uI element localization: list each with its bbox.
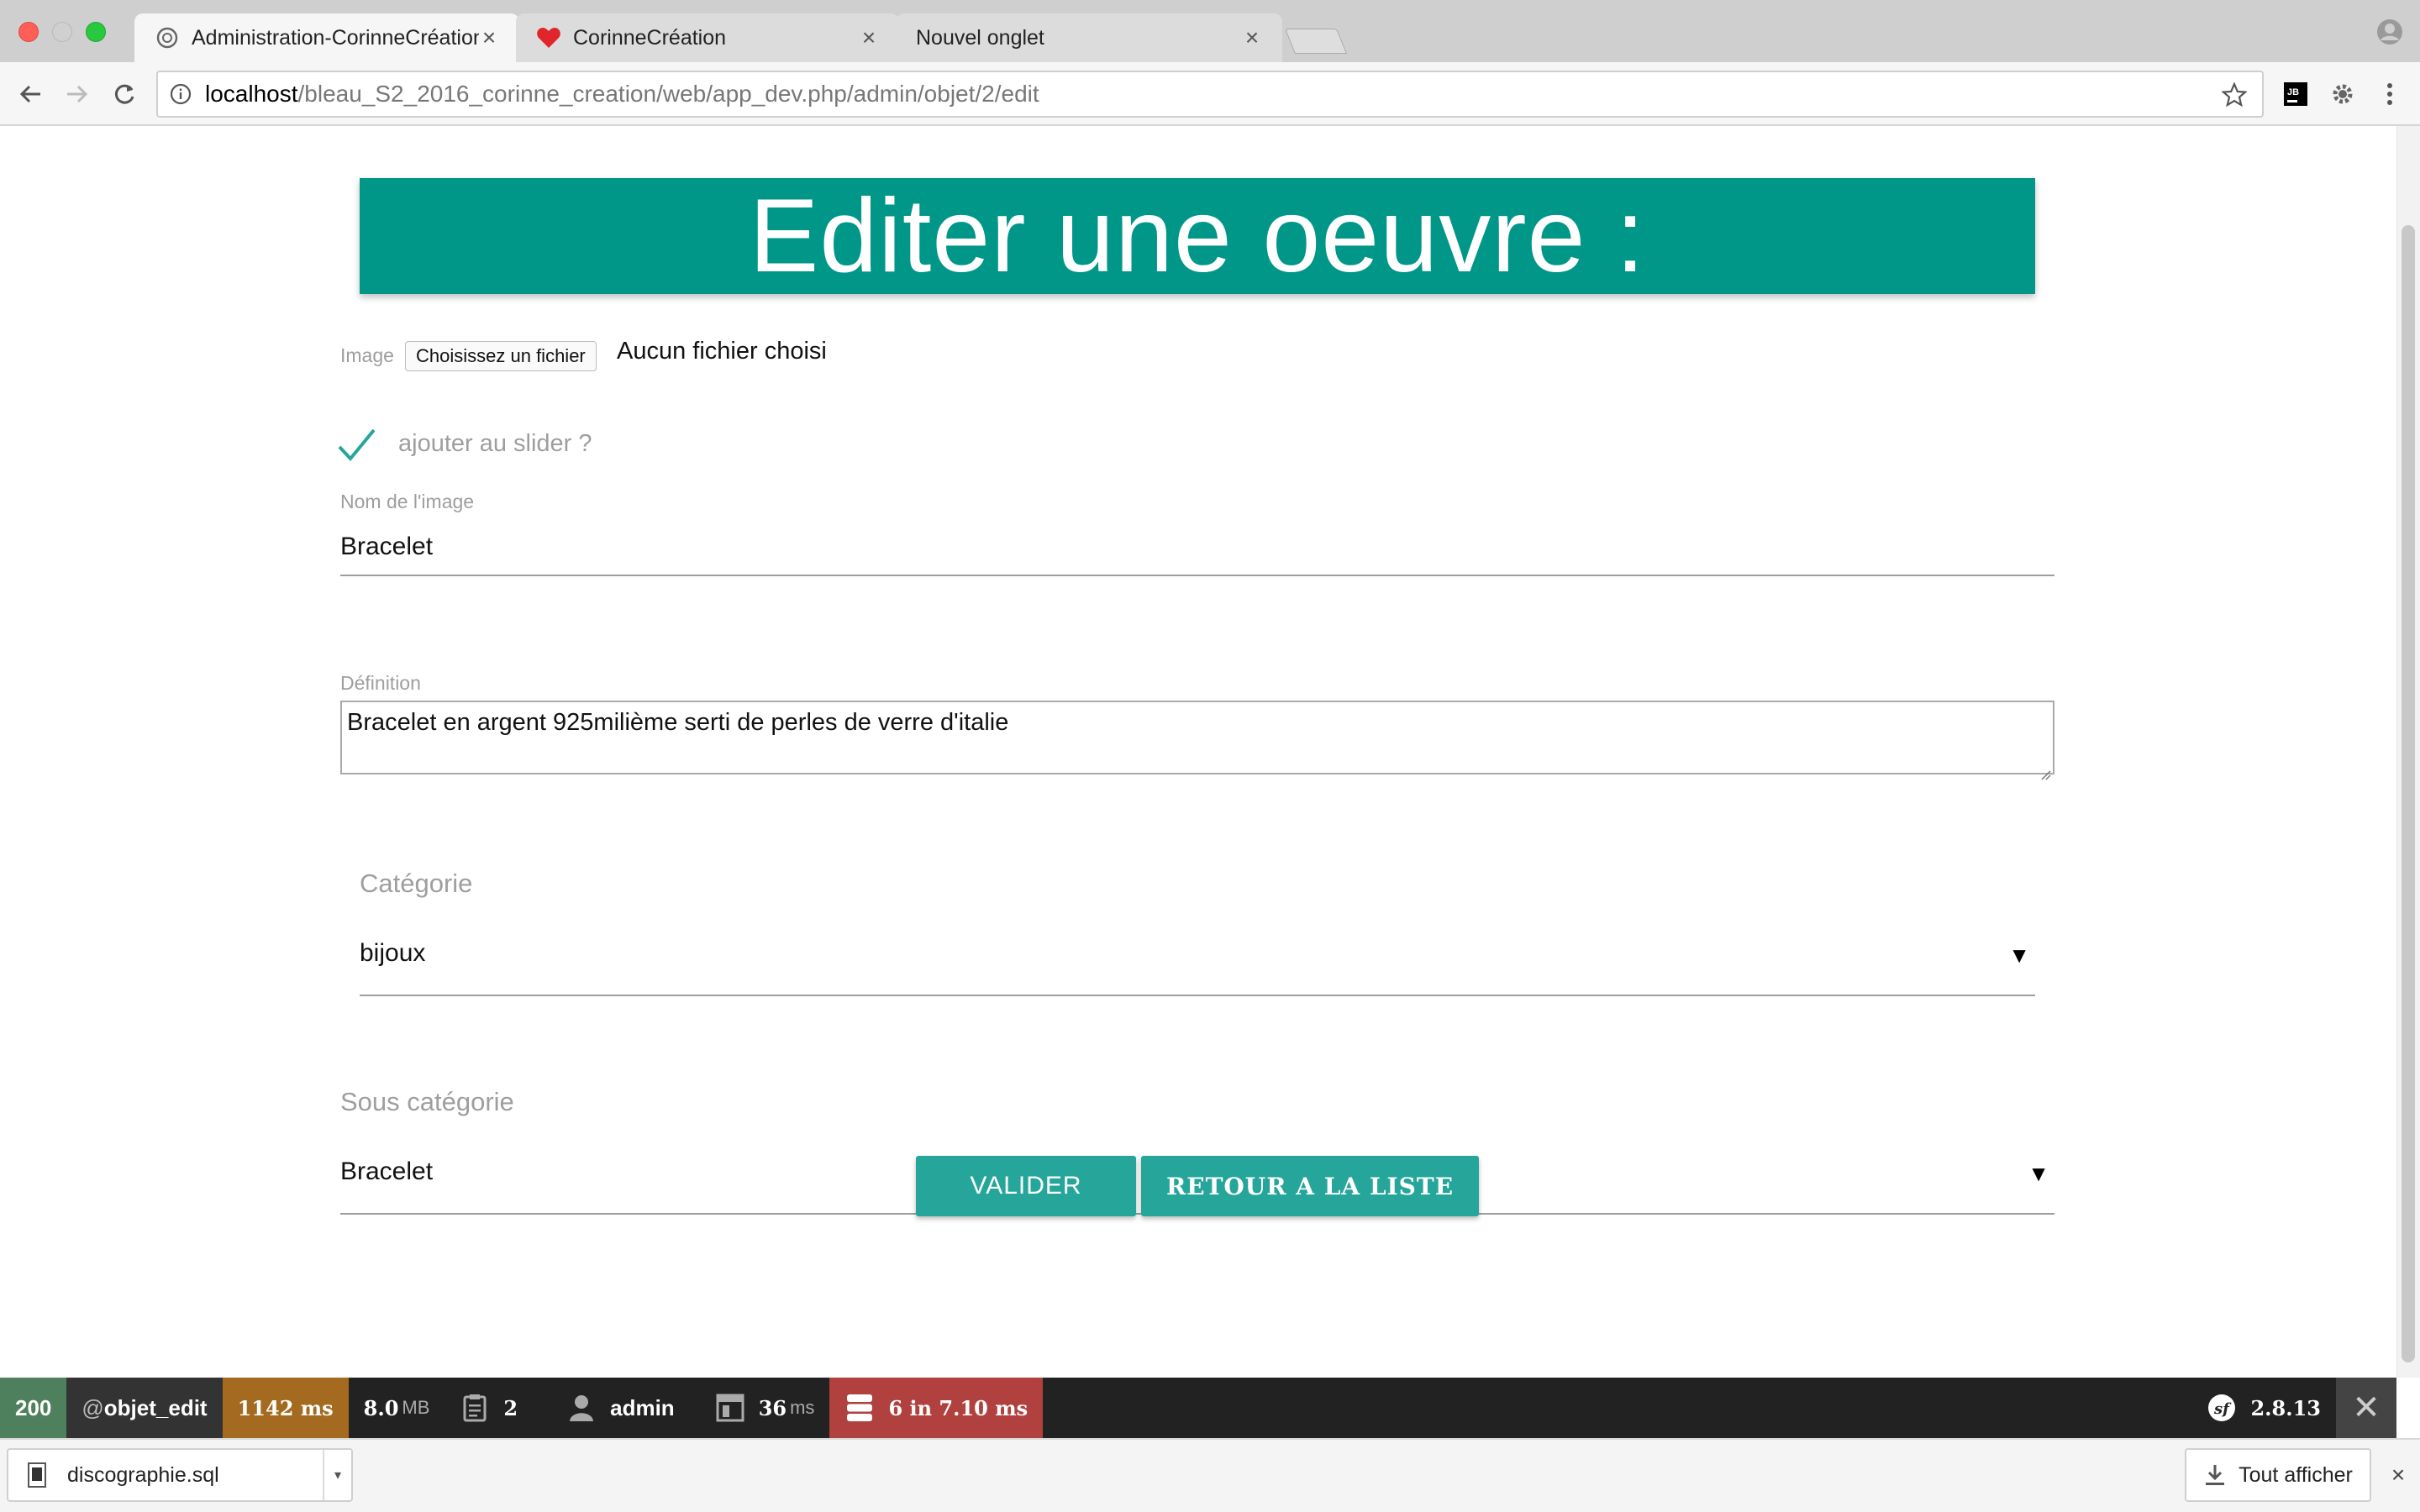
tab-close-icon[interactable]: ×: [1242, 24, 1262, 51]
minimize-window-button[interactable]: [52, 22, 72, 42]
definition-label: Définition: [340, 672, 421, 694]
retour-liste-button[interactable]: RETOUR A LA LISTE: [1141, 1156, 1479, 1216]
route-info[interactable]: @ objet_edit: [66, 1378, 223, 1438]
menu-dots-icon[interactable]: [2373, 77, 2407, 111]
memory-value: 8.0: [363, 1395, 399, 1420]
clipboard-icon: [460, 1393, 490, 1423]
status-badge[interactable]: 200: [0, 1378, 67, 1438]
new-tab-button[interactable]: [1284, 29, 1348, 54]
nom-input[interactable]: Bracelet: [340, 528, 2054, 576]
nom-label: Nom de l'image: [340, 491, 475, 512]
bookmark-star-icon[interactable]: [2221, 81, 2248, 108]
info-icon[interactable]: [170, 83, 192, 105]
scrollbar[interactable]: [2396, 126, 2420, 1378]
page-title: Editer une oeuvre :: [749, 178, 1646, 294]
globe-icon: [155, 25, 180, 50]
caret-down-icon: ▼: [2028, 1161, 2049, 1186]
valider-button[interactable]: VALIDER: [916, 1156, 1136, 1216]
download-file-name: discographie.sql: [67, 1462, 219, 1487]
choose-file-button[interactable]: Choisissez un fichier: [405, 341, 597, 371]
profile-icon[interactable]: [2376, 18, 2403, 45]
render-time-unit: ms: [790, 1397, 815, 1418]
categorie-value: bijoux: [360, 939, 426, 967]
sous-categorie-value: Bracelet: [340, 1158, 434, 1185]
memory-unit: MB: [402, 1397, 430, 1418]
url-path: /bleau_S2_2016_corinne_creation/web/app_…: [297, 81, 1039, 107]
route-name: objet_edit: [103, 1394, 208, 1420]
definition-textarea[interactable]: Bracelet en argent 925milième serti de p…: [340, 701, 2054, 780]
maximize-window-button[interactable]: [86, 22, 106, 42]
tab-close-icon[interactable]: ×: [859, 24, 879, 51]
url-host: localhost: [205, 81, 298, 107]
tab-title: CorinneCréation: [573, 25, 727, 50]
render-time-value: 36: [758, 1395, 787, 1420]
file-status-text: Aucun fichier choisi: [617, 338, 827, 365]
slider-checkbox[interactable]: [336, 427, 378, 464]
definition-value: Bracelet en argent 925milième serti de p…: [347, 709, 1009, 736]
sous-categorie-label: Sous catégorie: [340, 1087, 514, 1116]
database-panel[interactable]: 6 in 7.10 ms: [829, 1378, 1044, 1438]
tab-title: Administration-CorinneCréation: [192, 25, 479, 50]
svg-text:sf: sf: [2213, 1400, 2232, 1418]
downloads-bar: discographie.sql ▾ Tout afficher ×: [0, 1438, 2420, 1512]
close-window-button[interactable]: [18, 22, 39, 42]
categorie-label: Catégorie: [360, 869, 473, 898]
download-arrow-icon: [2203, 1463, 2227, 1487]
memory-usage[interactable]: 8.0 MB: [349, 1378, 445, 1438]
reload-icon[interactable]: [108, 77, 141, 111]
forms-panel[interactable]: 2: [445, 1378, 533, 1438]
chevron-down-icon[interactable]: ▾: [323, 1450, 351, 1500]
tab-title: Nouvel onglet: [916, 25, 1044, 50]
user-panel[interactable]: admin: [533, 1378, 690, 1438]
page-content: Editer une oeuvre : Image Choisissez un …: [0, 126, 2420, 1378]
layout-icon: [715, 1393, 745, 1423]
tab-close-icon[interactable]: ×: [479, 24, 499, 51]
file-icon: [24, 1462, 50, 1488]
scrollbar-thumb[interactable]: [2402, 225, 2415, 1362]
user-name: admin: [610, 1394, 675, 1420]
checkmark-icon: [338, 428, 376, 462]
caret-down-icon: ▼: [2008, 942, 2030, 968]
database-queries: 6 in 7.10 ms: [888, 1395, 1028, 1420]
back-arrow-icon[interactable]: [13, 77, 47, 111]
heart-icon: [536, 25, 561, 50]
nom-input-value: Bracelet: [340, 533, 434, 560]
image-label: Image: [340, 344, 394, 366]
symfony-logo-icon: sf: [2207, 1393, 2237, 1423]
symfony-debug-toolbar: 200 @ objet_edit 1142 ms 8.0 MB 2 admin …: [0, 1378, 2396, 1438]
page-header-banner: Editer une oeuvre :: [360, 178, 2035, 294]
tab-corinnecreation[interactable]: CorinneCréation ×: [516, 13, 899, 62]
route-prefix: @: [82, 1394, 104, 1420]
resize-handle-icon[interactable]: [2039, 759, 2051, 780]
url-text: localhost/bleau_S2_2016_corinne_creation…: [205, 81, 1039, 108]
user-icon: [566, 1393, 597, 1423]
download-item[interactable]: discographie.sql ▾: [7, 1448, 353, 1502]
settings-gear-icon[interactable]: [2326, 77, 2360, 111]
database-icon: [844, 1393, 875, 1423]
jetbrains-extension-icon[interactable]: JB: [2279, 77, 2312, 111]
close-downloads-icon[interactable]: ×: [2383, 1460, 2413, 1490]
tab-administration[interactable]: Administration-CorinneCréation ×: [134, 13, 519, 62]
forward-arrow-icon[interactable]: [60, 77, 94, 111]
address-bar[interactable]: localhost/bleau_S2_2016_corinne_creation…: [156, 71, 2264, 118]
render-time-panel[interactable]: 36 ms: [690, 1378, 830, 1438]
categorie-select[interactable]: bijoux ▼: [360, 914, 2035, 996]
browser-toolbar: localhost/bleau_S2_2016_corinne_creation…: [0, 62, 2420, 126]
request-time[interactable]: 1142 ms: [222, 1378, 349, 1438]
svg-text:JB: JB: [2287, 87, 2299, 97]
show-all-downloads-button[interactable]: Tout afficher: [2185, 1448, 2371, 1502]
symfony-version[interactable]: sf 2.8.13: [2191, 1378, 2336, 1438]
slider-checkbox-label[interactable]: ajouter au slider ?: [398, 430, 592, 458]
debug-toolbar-close-icon[interactable]: ✕: [2336, 1378, 2396, 1438]
tab-nouvel-onglet[interactable]: Nouvel onglet ×: [896, 13, 1282, 62]
tab-bar: Administration-CorinneCréation × Corinne…: [0, 0, 2420, 62]
symfony-version-number: 2.8.13: [2250, 1395, 2321, 1420]
forms-count: 2: [503, 1395, 518, 1420]
show-all-label: Tout afficher: [2238, 1462, 2353, 1487]
